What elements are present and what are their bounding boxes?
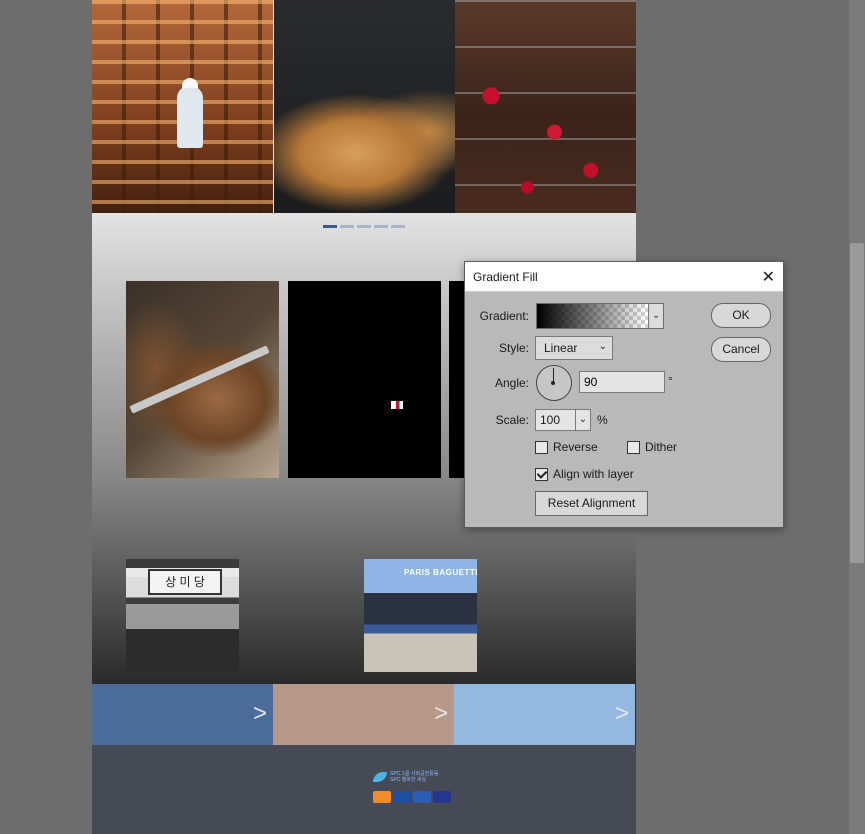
bread-slicing-photo — [126, 281, 279, 478]
scrollbar-thumb[interactable] — [850, 243, 864, 563]
banner-light-blue[interactable]: > — [454, 684, 635, 745]
black-placeholder-image — [288, 281, 441, 478]
scale-value: 100 — [540, 413, 561, 427]
badge-icon — [433, 791, 451, 803]
angle-label: Angle: — [494, 376, 529, 390]
site-footer: SPC그룹 사회공헌활동 SPC 행복한 세상 — [92, 745, 636, 834]
gradient-label: Gradient: — [479, 309, 529, 323]
pastry-case-photo — [455, 0, 636, 213]
chevron-down-icon[interactable]: ⌄ — [648, 304, 663, 328]
reverse-checkbox[interactable] — [535, 441, 548, 454]
bakery-shelves-photo — [92, 0, 273, 213]
vintage-store-photo: 상 미 당 — [126, 559, 239, 672]
paris-baguette-store-photo: PARIS BAGUETTE — [364, 559, 477, 672]
angle-dial[interactable] — [536, 365, 572, 401]
close-icon[interactable]: ✕ — [762, 267, 775, 287]
pager-dot-4[interactable] — [374, 225, 388, 228]
badge-icon — [373, 791, 391, 803]
pager-dot-1[interactable] — [323, 225, 337, 228]
angle-pivot — [551, 381, 555, 385]
gradient-picker[interactable]: ⌄ — [536, 303, 664, 329]
dialog-titlebar[interactable]: Gradient Fill ✕ — [465, 262, 783, 292]
baker-figure — [177, 78, 203, 148]
style-select[interactable]: Linear ⌄ — [535, 336, 613, 360]
style-value: Linear — [544, 341, 578, 355]
chevron-right-icon: > — [614, 700, 629, 727]
chevron-right-icon: > — [252, 700, 267, 727]
dither-label: Dither — [645, 440, 678, 454]
gradient-fill-dialog: Gradient Fill ✕ Gradient: ⌄ Style: Linea… — [464, 261, 784, 528]
angle-unit: ° — [668, 374, 673, 388]
chevron-right-icon: > — [433, 700, 448, 727]
slider-pager — [323, 225, 405, 228]
reset-alignment-button[interactable]: Reset Alignment — [535, 491, 648, 516]
knife-shape — [129, 345, 270, 414]
banner-blue[interactable]: > — [92, 684, 273, 745]
gradient-swatch[interactable] — [537, 304, 649, 328]
tiny-thumbnail — [391, 401, 403, 409]
reverse-label: Reverse — [553, 440, 598, 454]
scale-label: Scale: — [495, 413, 529, 427]
scale-combobox[interactable]: 100 ⌄ — [535, 409, 591, 431]
angle-input[interactable] — [579, 371, 665, 393]
footer-badges — [373, 791, 451, 803]
vertical-scrollbar[interactable] — [849, 0, 865, 834]
badge-icon — [413, 791, 431, 803]
align-with-layer-label: Align with layer — [553, 467, 634, 481]
footer-group-line2: SPC 행복한 세상 — [390, 777, 427, 783]
banner-tan[interactable]: > — [273, 684, 454, 745]
chevron-down-icon[interactable]: ⌄ — [575, 410, 590, 430]
badge-icon — [393, 791, 411, 803]
scale-unit: % — [597, 413, 608, 427]
align-with-layer-checkbox[interactable] — [535, 468, 548, 481]
pager-dot-2[interactable] — [340, 225, 354, 228]
spc-logo: SPC그룹 사회공헌활동 SPC 행복한 세상 — [373, 771, 438, 783]
chevron-down-icon: ⌄ — [598, 341, 607, 352]
store-signboard: 상 미 당 — [148, 569, 222, 595]
store-brand-text: PARIS BAGUETTE — [404, 568, 477, 577]
style-label: Style: — [498, 341, 529, 355]
pager-dot-5[interactable] — [391, 225, 405, 228]
dither-checkbox[interactable] — [627, 441, 640, 454]
pager-dot-3[interactable] — [357, 225, 371, 228]
croissant-photo — [274, 0, 455, 213]
ok-button[interactable]: OK — [711, 303, 771, 328]
spc-bird-icon — [373, 772, 387, 782]
cancel-button[interactable]: Cancel — [711, 337, 771, 362]
dialog-title: Gradient Fill — [473, 270, 538, 284]
